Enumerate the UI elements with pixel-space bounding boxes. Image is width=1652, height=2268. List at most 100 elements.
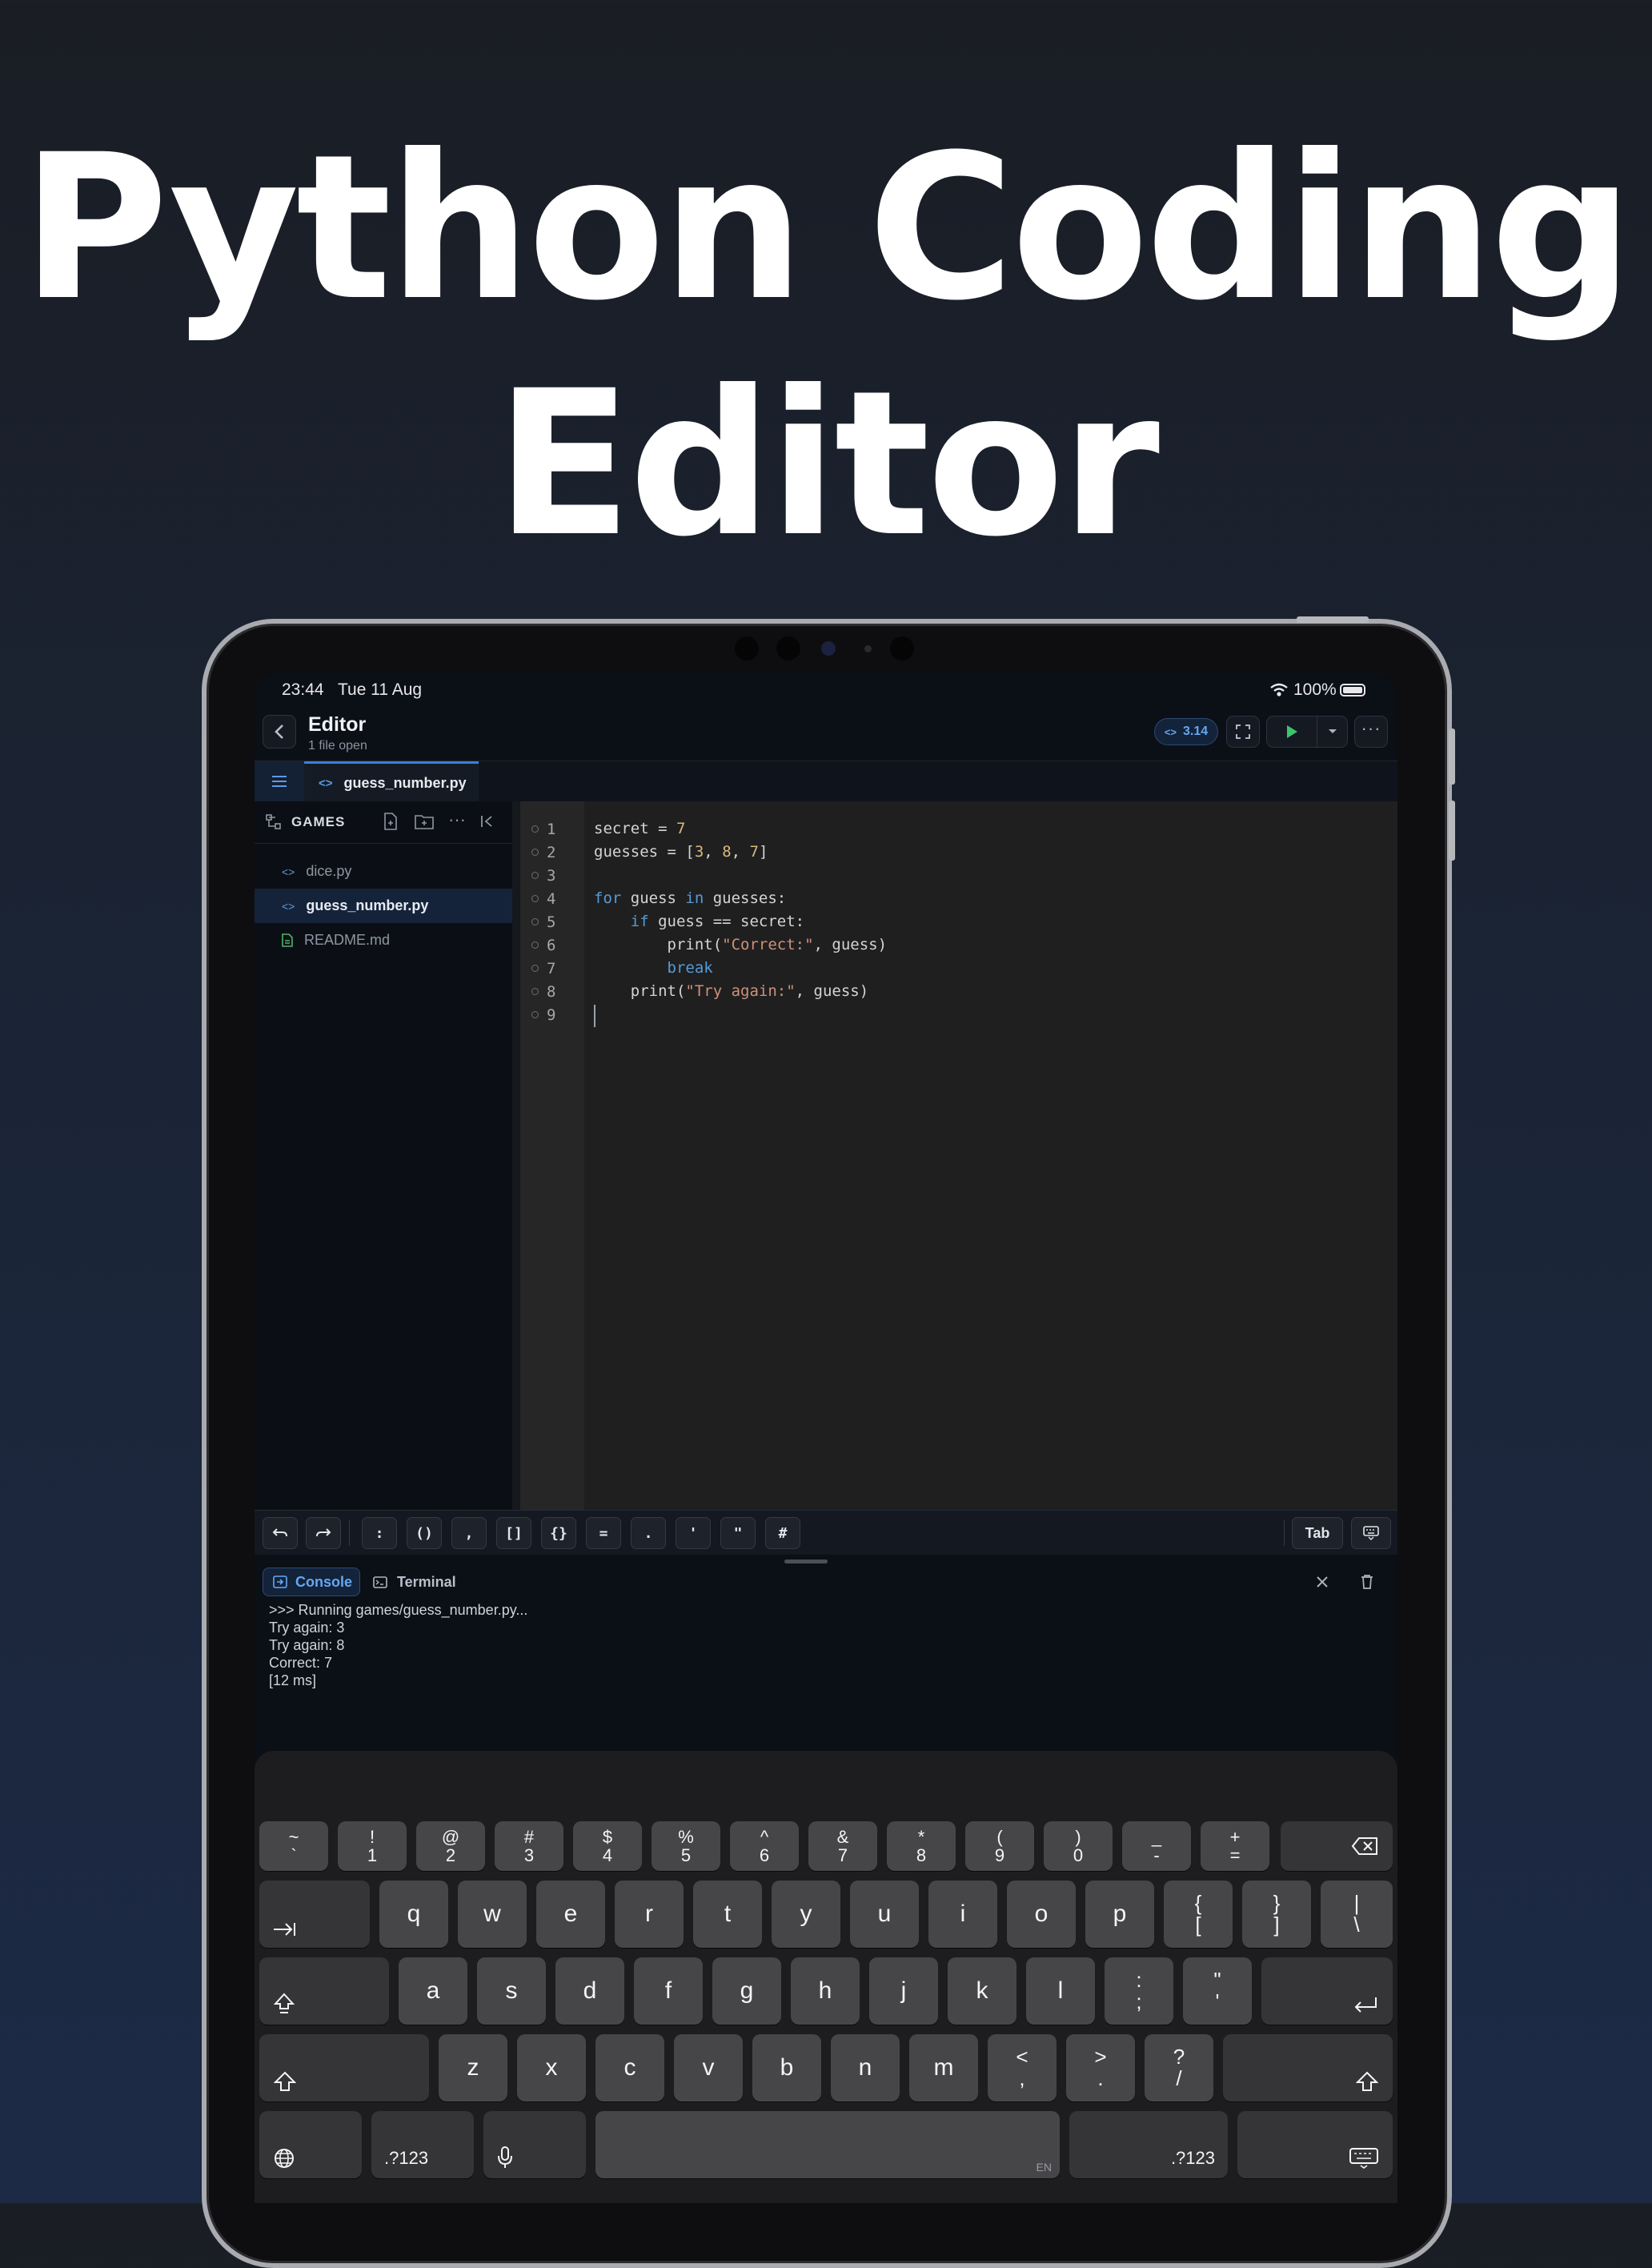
key-w[interactable]: w: [458, 1881, 527, 1948]
key-s[interactable]: s: [477, 1957, 546, 2025]
key-i[interactable]: i: [928, 1881, 997, 1948]
key-open-brace[interactable]: {[: [1164, 1881, 1233, 1948]
symbol-key-brackets[interactable]: []: [496, 1517, 531, 1549]
key-p[interactable]: p: [1085, 1881, 1154, 1948]
sidebar-resize-handle[interactable]: [512, 801, 520, 1510]
key-h[interactable]: h: [791, 1957, 860, 2025]
key-g[interactable]: g: [712, 1957, 781, 2025]
key-8[interactable]: * 8: [887, 1821, 956, 1871]
key-y[interactable]: y: [772, 1881, 840, 1948]
key-u[interactable]: u: [850, 1881, 919, 1948]
trash-icon[interactable]: [1361, 1574, 1373, 1589]
key-6[interactable]: ^ 6: [730, 1821, 799, 1871]
symbol-key-hash[interactable]: #: [765, 1517, 800, 1549]
key-z[interactable]: z: [439, 2034, 507, 2101]
terminal-icon: [373, 1576, 387, 1588]
key-quote[interactable]: " ': [1183, 1957, 1252, 2025]
key-f[interactable]: f: [634, 1957, 703, 2025]
key-o[interactable]: o: [1007, 1881, 1076, 1948]
tab-terminal[interactable]: Terminal: [373, 1568, 456, 1596]
key-greater-than[interactable]: >.: [1066, 2034, 1135, 2101]
hide-keyboard-button[interactable]: [1351, 1517, 1391, 1549]
more-button[interactable]: ···: [1354, 716, 1388, 748]
key-question[interactable]: ? /: [1145, 2034, 1213, 2101]
key-a[interactable]: a: [399, 1957, 467, 2025]
dictation-key[interactable]: [483, 2111, 586, 2178]
key-pipe[interactable]: | \: [1321, 1881, 1393, 1948]
key-m[interactable]: m: [909, 2034, 978, 2101]
numbers-key-left[interactable]: .?123: [371, 2111, 474, 2178]
tab-console[interactable]: Console: [263, 1568, 360, 1596]
symbol-key-equals[interactable]: =: [586, 1517, 621, 1549]
key-7[interactable]: & 7: [808, 1821, 877, 1871]
symbol-key-parens[interactable]: (): [407, 1517, 442, 1549]
key-3[interactable]: #3: [495, 1821, 563, 1871]
caps-lock-key[interactable]: [259, 1957, 389, 2025]
globe-key[interactable]: [259, 2111, 362, 2178]
key-b[interactable]: b: [752, 2034, 821, 2101]
undo-button[interactable]: [263, 1517, 298, 1549]
sidebar-more-icon[interactable]: ···: [448, 809, 466, 830]
tab-key[interactable]: Tab: [1292, 1517, 1343, 1549]
key-equals[interactable]: + =: [1201, 1821, 1269, 1871]
key-x[interactable]: x: [517, 2034, 586, 2101]
key-l[interactable]: l: [1026, 1957, 1095, 2025]
panel-resize-handle[interactable]: [784, 1560, 828, 1564]
toggle-sidebar-button[interactable]: [255, 761, 304, 801]
key-close-brace[interactable]: }]: [1242, 1881, 1311, 1948]
key-9[interactable]: (9: [965, 1821, 1034, 1871]
key-j[interactable]: j: [869, 1957, 938, 2025]
key-e[interactable]: e: [536, 1881, 605, 1948]
key-v[interactable]: v: [674, 2034, 743, 2101]
key-q[interactable]: q: [379, 1881, 448, 1948]
key-colon[interactable]: :;: [1105, 1957, 1173, 2025]
divider: [349, 1520, 350, 1546]
symbol-key-colon[interactable]: :: [362, 1517, 397, 1549]
fullscreen-button[interactable]: [1226, 716, 1260, 748]
new-folder-icon[interactable]: [415, 813, 434, 829]
key-c[interactable]: c: [595, 2034, 664, 2101]
shift-key-right[interactable]: [1223, 2034, 1393, 2101]
tab-guess-number[interactable]: <> guess_number.py: [304, 761, 479, 802]
key-n[interactable]: n: [831, 2034, 900, 2101]
key-0[interactable]: ) 0: [1044, 1821, 1113, 1871]
symbol-key-braces[interactable]: {}: [541, 1517, 576, 1549]
collapse-sidebar-icon[interactable]: [480, 815, 495, 828]
python-version-badge[interactable]: <> 3.14: [1154, 718, 1218, 745]
key-less-than[interactable]: <,: [988, 2034, 1057, 2101]
delete-key[interactable]: [1281, 1821, 1393, 1871]
run-options-button[interactable]: [1317, 717, 1349, 747]
space-key[interactable]: EN: [595, 2111, 1060, 2178]
code-editor[interactable]: 1 2 3 4 5 6 7 8 9 secret = 7 guesses = […: [520, 801, 1397, 1510]
key-k[interactable]: k: [948, 1957, 1016, 2025]
dismiss-keyboard-key[interactable]: [1237, 2111, 1393, 2178]
key-d[interactable]: d: [555, 1957, 624, 2025]
symbol-key-single-quote[interactable]: ': [676, 1517, 711, 1549]
key-r[interactable]: r: [615, 1881, 684, 1948]
key-t[interactable]: t: [693, 1881, 762, 1948]
key-minus[interactable]: _ -: [1122, 1821, 1191, 1871]
back-button[interactable]: [263, 715, 296, 749]
shift-key-left[interactable]: [259, 2034, 429, 2101]
new-file-icon[interactable]: [383, 813, 399, 830]
file-item-readme[interactable]: README.md: [255, 923, 512, 957]
close-icon[interactable]: [1316, 1576, 1329, 1588]
redo-button[interactable]: [306, 1517, 341, 1549]
key-5[interactable]: % 5: [652, 1821, 720, 1871]
key-1[interactable]: ! 1: [338, 1821, 407, 1871]
return-key[interactable]: [1261, 1957, 1393, 2025]
symbol-key-comma[interactable]: ,: [451, 1517, 487, 1549]
numbers-key-right[interactable]: .?123: [1069, 2111, 1228, 2178]
page-subtitle: 1 file open: [308, 739, 367, 753]
file-item-dice[interactable]: <> dice.py: [255, 854, 512, 889]
tab-label: guess_number.py: [343, 774, 467, 791]
tab-key[interactable]: [259, 1881, 370, 1948]
python-file-icon: <>: [282, 865, 295, 878]
key-4[interactable]: $4: [573, 1821, 642, 1871]
file-item-guess-number[interactable]: <> guess_number.py: [255, 889, 512, 923]
run-button[interactable]: [1267, 717, 1317, 747]
key-tilde[interactable]: ~ `: [259, 1821, 328, 1871]
symbol-key-dot[interactable]: .: [631, 1517, 666, 1549]
symbol-key-double-quote[interactable]: ": [720, 1517, 756, 1549]
key-2[interactable]: @2: [416, 1821, 485, 1871]
